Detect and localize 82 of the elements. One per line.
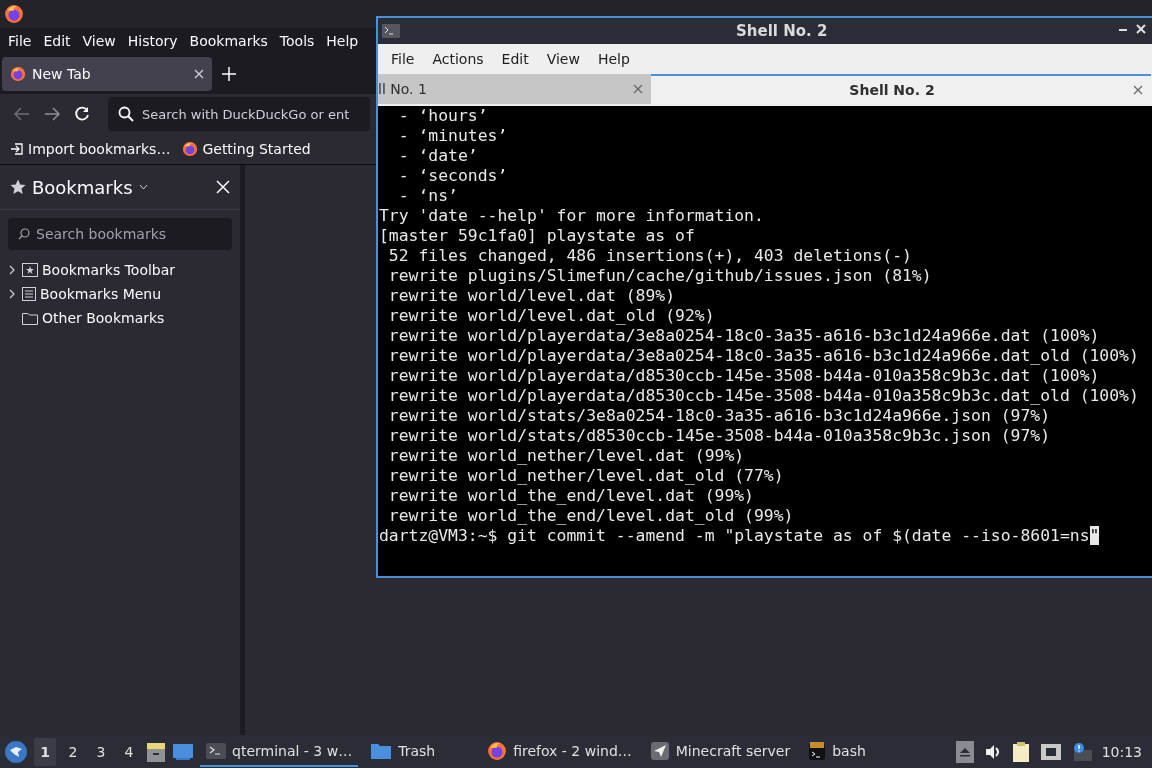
reload-icon[interactable]: [74, 106, 90, 122]
firefox-icon: [182, 141, 199, 157]
start-menu-icon[interactable]: [4, 739, 28, 764]
taskbar-button[interactable]: qterminal - 3 w…: [200, 736, 359, 767]
notification-icon[interactable]: [1071, 741, 1092, 762]
terminal-icon: [808, 740, 827, 761]
back-arrow-icon[interactable]: [14, 107, 30, 121]
firefox-icon: [10, 66, 26, 82]
terminal-line: [master 59c1fa0] playstate as of: [379, 226, 695, 246]
menu-item[interactable]: Tools: [273, 33, 321, 49]
list-icon: [22, 287, 36, 301]
terminal-line: rewrite world_nether/level.dat (99%): [387, 446, 745, 466]
search-field[interactable]: Search bookmarks: [8, 218, 232, 250]
terminal-line: rewrite world/playerdata/3e8a0254-18c0-3a35-a616-b3c1d24a966e.dat (100%): [387, 326, 1100, 346]
window-title: Shell No. 2: [736, 22, 828, 40]
terminal-line: rewrite world/stats/d8530ccb-145e-3508-b44a-010a358c9b3c.json (97%): [387, 426, 1051, 446]
clipboard-icon[interactable]: [1011, 740, 1030, 763]
firefox-icon: [4, 4, 24, 24]
menu-item[interactable]: File: [382, 51, 424, 67]
paper-plane-icon: [649, 740, 670, 761]
forward-arrow-icon[interactable]: [44, 107, 60, 121]
terminal-line: rewrite world/playerdata/3e8a0254-18c0-3a35-a616-b3c1d24a966e.dat_old (100%): [387, 346, 1139, 366]
bookmark-folder[interactable]: Bookmarks Menu: [0, 282, 240, 306]
menu-item[interactable]: History: [121, 33, 184, 49]
menu-item[interactable]: Actions: [423, 51, 493, 67]
terminal-line: 52 files changed, 486 insertions(+), 403 deletions(-): [387, 246, 912, 266]
taskbar-button[interactable]: Minecraft server: [643, 736, 797, 767]
search-icon: [18, 228, 30, 240]
menu-item[interactable]: File: [2, 33, 38, 49]
desktop-switch[interactable]: 2: [62, 737, 84, 766]
folder-icon: [22, 311, 38, 325]
terminal-line: rewrite world/stats/3e8a0254-18c0-3a35-a616-b3c1d24a966e.json (97%): [387, 406, 1051, 426]
terminal-line: rewrite world_the_end/level.dat (99%): [387, 486, 754, 506]
folder-icon: [370, 741, 393, 760]
terminal-line: rewrite world/level.dat_old (92%): [387, 306, 715, 326]
menu-item[interactable]: Bookmarks: [183, 33, 274, 49]
menu-item[interactable]: View: [76, 33, 122, 49]
terminal-line: - ‘minutes’: [397, 126, 508, 146]
menu-item[interactable]: Help: [320, 33, 365, 49]
bookmark-item[interactable]: Getting Started: [182, 141, 311, 157]
chevron-down-icon[interactable]: [138, 184, 148, 190]
taskbar-button[interactable]: firefox - 2 wind…: [481, 736, 638, 767]
terminal-icon: [382, 24, 400, 38]
terminal-line: - ‘seconds’: [397, 166, 508, 186]
taskbar-button[interactable]: bash: [802, 736, 872, 767]
menu-item[interactable]: Edit: [37, 33, 77, 49]
plus-icon[interactable]: [222, 67, 236, 81]
terminal-line: rewrite plugins/Slimefun/cache/github/issues.json (81%): [387, 266, 932, 286]
terminal-line: rewrite world_the_end/level.dat_old (99%): [387, 506, 794, 526]
terminal-icon: [206, 742, 226, 759]
terminal-line: - ‘hours’: [397, 106, 488, 126]
clock[interactable]: 10:13: [1101, 743, 1142, 760]
desktop-icon[interactable]: [172, 742, 194, 761]
menu-item[interactable]: Help: [588, 51, 639, 67]
desktop-switch[interactable]: 4: [118, 737, 140, 766]
terminal-line: - ‘ns’: [397, 186, 458, 206]
bookmark-folder[interactable]: Other Bookmarks: [0, 306, 240, 330]
browser-tab[interactable]: New Tab: [2, 57, 212, 91]
eject-icon[interactable]: [955, 740, 974, 763]
terminal-line: rewrite world_nether/level.dat_old (77%): [387, 466, 784, 486]
menu-item[interactable]: View: [537, 51, 589, 67]
taskbar-button[interactable]: Trash: [364, 736, 442, 767]
terminal-line: Try 'date --help' for more information.: [379, 206, 764, 226]
network-icon[interactable]: [1039, 742, 1062, 761]
firefox-icon: [487, 740, 508, 761]
bookmark-folder[interactable]: Bookmarks Toolbar: [0, 258, 240, 282]
bookmark-item[interactable]: Import bookmarks…: [10, 141, 171, 157]
star-icon: [10, 179, 26, 195]
terminal-prompt: dartz@VM3:~$ git commit --amend -m "playstate as of $(date --iso-8601=ns": [379, 526, 1100, 546]
sidebar-title[interactable]: Bookmarks: [32, 176, 133, 198]
terminal-line: rewrite world/level.dat (89%): [387, 286, 676, 306]
import-icon: [10, 142, 24, 156]
terminal-line: rewrite world/playerdata/d8530ccb-145e-3508-b44a-010a358c9b3c.dat_old (100%): [387, 386, 1139, 406]
terminal-tab[interactable]: ll No. 1: [378, 74, 651, 104]
search-icon: [118, 106, 134, 122]
desktop-switch[interactable]: 1: [34, 737, 56, 766]
address-bar[interactable]: Search with DuckDuckGo or ent: [108, 97, 370, 131]
desktop-switch[interactable]: 3: [90, 737, 112, 766]
file-cabinet-icon[interactable]: [146, 740, 166, 763]
terminal-line: - ‘date’: [397, 146, 478, 166]
menu-item[interactable]: Edit: [492, 51, 538, 67]
terminal-line: rewrite world/playerdata/d8530ccb-145e-3508-b44a-010a358c9b3c.dat (100%): [387, 366, 1100, 386]
